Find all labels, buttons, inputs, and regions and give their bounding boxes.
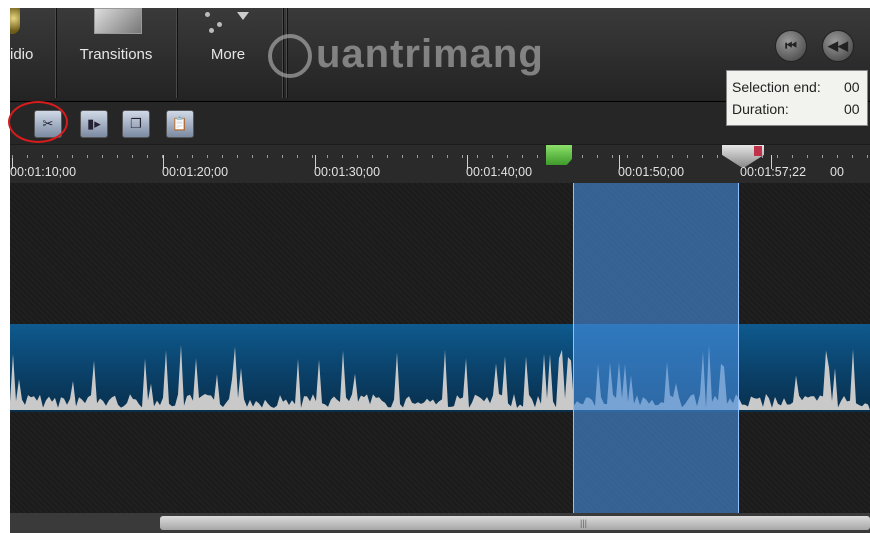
more-button[interactable]: More <box>177 8 279 98</box>
ruler-minor-tick <box>177 155 178 158</box>
ruler-minor-tick <box>312 155 313 158</box>
ruler-minor-tick <box>57 155 58 158</box>
ruler-minor-tick <box>507 155 508 158</box>
ruler-minor-tick <box>357 155 358 158</box>
video-track[interactable] <box>10 183 870 239</box>
ruler-minor-tick <box>822 155 823 158</box>
ruler-minor-tick <box>852 155 853 158</box>
more-icon <box>203 10 253 40</box>
ruler-minor-tick <box>102 155 103 158</box>
split-icon: ▮▸ <box>87 116 101 131</box>
ruler-minor-tick <box>597 155 598 158</box>
ruler-minor-tick <box>252 155 253 158</box>
ruler-minor-tick <box>147 155 148 158</box>
transitions-icon <box>94 8 142 34</box>
grip-icon: ||| <box>580 518 588 528</box>
selection-start-marker[interactable] <box>546 145 572 165</box>
ruler-minor-tick <box>72 155 73 158</box>
ruler-minor-tick <box>162 155 163 158</box>
ruler-label: 00:01:30;00 <box>314 165 381 179</box>
ruler-minor-tick <box>342 155 343 158</box>
copy-button[interactable]: ❐ <box>122 110 150 138</box>
ruler-minor-tick <box>27 155 28 158</box>
selection-tooltip: Selection end: 00 Duration: 00 <box>726 70 868 126</box>
audio-waveform <box>10 344 870 410</box>
ruler-minor-tick <box>402 155 403 158</box>
ruler-minor-tick <box>12 155 13 158</box>
paste-icon: 📋 <box>171 116 189 131</box>
audio-track[interactable] <box>10 324 870 412</box>
ruler-minor-tick <box>387 155 388 158</box>
ruler-minor-tick <box>642 155 643 158</box>
cut-button-highlight <box>8 101 68 143</box>
audio-button[interactable]: idio <box>10 8 58 98</box>
ruler-minor-tick <box>807 155 808 158</box>
ruler-minor-tick <box>522 155 523 158</box>
audio-label: idio <box>10 46 34 63</box>
ruler-minor-tick <box>237 155 238 158</box>
ruler-label: 00:01:40;00 <box>466 165 533 179</box>
ruler-minor-tick <box>87 155 88 158</box>
ruler-minor-tick <box>417 155 418 158</box>
horizontal-scrollbar[interactable]: ||| <box>10 513 870 533</box>
ruler-minor-tick <box>477 155 478 158</box>
ruler-minor-tick <box>372 155 373 158</box>
waveform-shape <box>10 344 870 410</box>
split-button[interactable]: ▮▸ <box>80 110 108 138</box>
transitions-button[interactable]: Transitions <box>56 8 176 98</box>
ruler-minor-tick <box>282 155 283 158</box>
ruler-minor-tick <box>627 155 628 158</box>
paste-button[interactable]: 📋 <box>166 110 194 138</box>
rewind-button[interactable]: ◀◀ <box>822 30 854 62</box>
ruler-minor-tick <box>792 155 793 158</box>
timeline-selection[interactable] <box>573 183 739 513</box>
ruler-minor-tick <box>432 155 433 158</box>
ruler-minor-tick <box>537 155 538 158</box>
ruler-minor-tick <box>702 155 703 158</box>
ruler-minor-tick <box>192 155 193 158</box>
audio-icon <box>10 8 20 34</box>
ruler-label: 00 <box>830 165 844 179</box>
selection-end-value: 00 <box>844 79 860 95</box>
ruler-minor-tick <box>777 155 778 158</box>
previous-marker-button[interactable]: ⏮ <box>775 30 807 62</box>
selection-end-marker[interactable] <box>754 146 762 156</box>
ruler-minor-tick <box>867 155 868 158</box>
scrollbar-thumb[interactable]: ||| <box>160 516 870 530</box>
ruler-minor-tick <box>297 155 298 158</box>
ruler-minor-tick <box>42 155 43 158</box>
duration-value: 00 <box>844 101 860 117</box>
ruler-minor-tick <box>462 155 463 158</box>
ruler-minor-tick <box>582 155 583 158</box>
ruler-label: 00:01:10;00 <box>10 165 77 179</box>
ruler-minor-tick <box>207 155 208 158</box>
ruler-minor-tick <box>492 155 493 158</box>
watermark-logo-icon <box>268 34 312 78</box>
empty-track-lower[interactable] <box>10 412 870 513</box>
selection-end-label: Selection end: <box>732 79 821 95</box>
ruler-minor-tick <box>717 155 718 158</box>
ruler-minor-tick <box>447 155 448 158</box>
ruler-minor-tick <box>267 155 268 158</box>
ruler-label: 00:01:50;00 <box>618 165 685 179</box>
ruler-minor-tick <box>672 155 673 158</box>
ruler-minor-tick <box>612 155 613 158</box>
more-label: More <box>210 46 246 63</box>
copy-icon: ❐ <box>130 116 142 131</box>
watermark-text: uantrimang <box>316 32 544 76</box>
rewind-icon: ◀◀ <box>828 38 848 53</box>
ruler-minor-tick <box>222 155 223 158</box>
ruler-minor-tick <box>327 155 328 158</box>
ruler-minor-tick <box>837 155 838 158</box>
ruler-label: 00:01:20;00 <box>162 165 229 179</box>
empty-track[interactable] <box>10 239 870 324</box>
ruler-minor-tick <box>657 155 658 158</box>
transitions-label: Transitions <box>79 46 153 63</box>
ruler-minor-tick <box>117 155 118 158</box>
playhead-time-label: 00:01:57;22 <box>740 165 807 179</box>
duration-label: Duration: <box>732 101 789 117</box>
ruler-minor-tick <box>132 155 133 158</box>
skip-back-icon: ⏮ <box>785 38 797 53</box>
ruler-minor-tick <box>687 155 688 158</box>
